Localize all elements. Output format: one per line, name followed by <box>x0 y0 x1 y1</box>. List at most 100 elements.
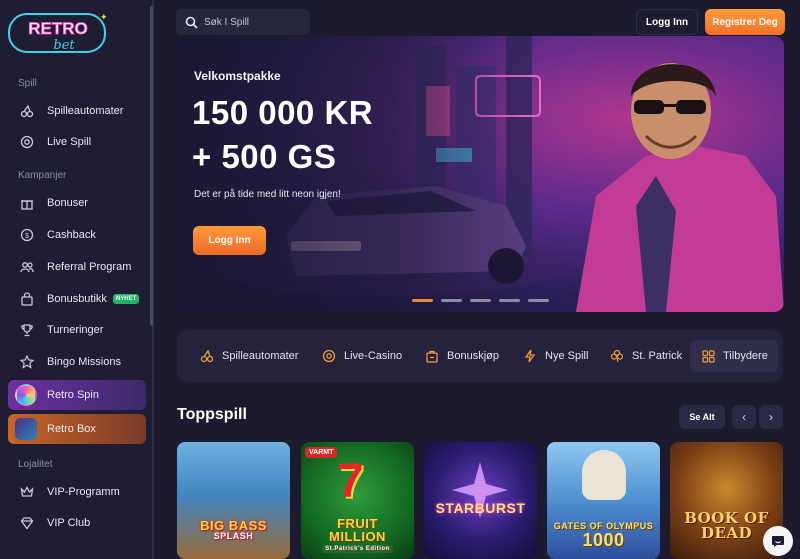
sidebar-item-referral-program[interactable]: Referral Program <box>8 252 146 282</box>
sidebar-item-label: VIP Club <box>47 517 91 529</box>
section-lojalitet: Lojalitet <box>18 459 53 470</box>
cherries-icon <box>19 103 35 119</box>
search-placeholder: Søk I Spill <box>204 16 250 28</box>
carousel-dot[interactable] <box>441 299 462 302</box>
trophy-icon <box>19 322 35 338</box>
box-icon <box>15 418 37 440</box>
bag-icon <box>19 291 35 307</box>
sidebar-item-label: Bingo Missions <box>47 356 121 368</box>
hero-login-button[interactable]: Logg Inn <box>193 226 266 255</box>
section-spill: Spill <box>18 78 37 89</box>
clover-icon <box>609 348 625 364</box>
category-tilbydere[interactable]: Tilbydere <box>690 340 778 372</box>
hero-banner[interactable]: Velkomstpakke 150 000 KR + 500 GS Det er… <box>176 36 784 312</box>
sidebar-item-spilleautomater[interactable]: Spilleautomater <box>8 96 146 126</box>
logo-subtext: bet <box>53 38 75 53</box>
category-st-patrick[interactable]: St. Patrick <box>609 346 682 366</box>
chip-icon <box>19 134 35 150</box>
logo-text: RETRO <box>28 19 88 38</box>
game-tile-big-bass-splash[interactable]: BIG BASS SPLASH <box>177 442 290 559</box>
game-tile-gates-of-olympus[interactable]: GATES OF OLYMPUS 1000 <box>547 442 660 559</box>
hero-amount: 150 000 KR <box>192 94 374 131</box>
sidebar-item-vip-club[interactable]: VIP Club <box>8 508 146 538</box>
category-spilleautomater[interactable]: Spilleautomater <box>199 346 298 366</box>
sidebar-item-cashback[interactable]: $ Cashback <box>8 220 146 250</box>
bolt-icon <box>522 348 538 364</box>
game-title: FRUIT MILLION St.Patrick's Edition <box>322 517 393 553</box>
game-tile-starburst[interactable]: STARBURST <box>424 442 537 559</box>
register-button[interactable]: Registrer Deg <box>705 9 785 35</box>
cart-icon <box>424 348 440 364</box>
chip-icon <box>321 348 337 364</box>
search-input[interactable]: Søk I Spill <box>176 9 310 35</box>
category-bonuskjop[interactable]: Bonuskjøp <box>424 346 499 366</box>
chat-button[interactable] <box>763 526 793 556</box>
sidebar-item-label: Live Spill <box>47 136 92 148</box>
carousel-dot[interactable] <box>499 299 520 302</box>
grid-icon <box>700 348 716 364</box>
prev-arrow-icon[interactable]: ‹ <box>732 405 756 429</box>
carousel-dots <box>412 299 549 302</box>
sidebar-item-retro-spin[interactable]: Retro Spin <box>8 380 146 410</box>
sidebar-item-turneringer[interactable]: Turneringer <box>8 315 146 345</box>
svg-text:$: $ <box>25 233 29 240</box>
sidebar-item-live-spill[interactable]: Live Spill <box>8 127 146 157</box>
see-all-button[interactable]: Se Alt <box>679 405 725 429</box>
game-title: BIG BASS SPLASH <box>200 518 267 541</box>
sidebar-item-bonuser[interactable]: Bonuser <box>8 188 146 218</box>
search-icon <box>185 16 198 29</box>
carousel-dot[interactable] <box>528 299 549 302</box>
sidebar-item-label: Bonuser <box>47 197 88 209</box>
seven-icon: 7 <box>337 455 364 508</box>
game-tile-fruit-million[interactable]: VARMT 7 FRUIT MILLION St.Patrick's Editio… <box>301 442 414 559</box>
chat-icon <box>772 536 784 547</box>
cherries-icon <box>199 348 215 364</box>
category-label: Bonuskjøp <box>447 350 499 362</box>
category-label: Tilbydere <box>723 350 768 362</box>
game-title: BOOK OF DEAD <box>684 509 769 542</box>
category-label: Nye Spill <box>545 350 589 362</box>
sidebar-item-label: Referral Program <box>47 261 132 273</box>
sidebar-item-retro-box[interactable]: Retro Box <box>8 414 146 444</box>
spark-icon: ✦ <box>100 12 108 22</box>
star-icon <box>19 354 35 370</box>
sidebar-item-bonusbutikk[interactable]: Bonusbutikk NYHET <box>8 284 146 314</box>
sidebar-item-label: Spilleautomater <box>47 105 124 117</box>
category-label: St. Patrick <box>632 350 683 362</box>
section-kampanjer: Kampanjer <box>18 170 67 181</box>
category-label: Live-Casino <box>344 350 403 362</box>
sidebar-item-label: VIP-Programm <box>47 486 120 498</box>
retrobet-logo[interactable]: RETRO bet ✦ <box>8 10 108 56</box>
hot-badge: VARMT <box>305 447 338 458</box>
wheel-icon <box>15 384 37 406</box>
sidebar: RETRO bet ✦ Spill Spilleautomater Live S… <box>0 0 154 559</box>
category-live-casino[interactable]: Live-Casino <box>321 346 402 366</box>
coin-icon: $ <box>19 227 35 243</box>
sidebar-item-label: Bonusbutikk <box>47 293 107 305</box>
zeus-icon <box>582 450 626 500</box>
category-nye-spill[interactable]: Nye Spill <box>522 346 588 366</box>
crown-icon <box>19 484 35 500</box>
topgames-title: Toppspill <box>177 406 247 423</box>
login-button[interactable]: Logg Inn <box>636 9 698 35</box>
diamond-icon <box>19 515 35 531</box>
next-arrow-icon[interactable]: › <box>759 405 783 429</box>
sidebar-item-label: Retro Spin <box>47 389 99 401</box>
sidebar-item-bingo-missions[interactable]: Bingo Missions <box>8 347 146 377</box>
hero-spins: + 500 GS <box>192 138 337 175</box>
hero-subtitle: Det er på tide med litt neon igjen! <box>194 189 341 200</box>
sidebar-item-vip-programm[interactable]: VIP-Programm <box>8 477 146 507</box>
game-title: GATES OF OLYMPUS 1000 <box>553 521 654 550</box>
category-label: Spilleautomater <box>222 350 299 362</box>
game-title: STARBURST <box>435 500 526 516</box>
new-badge: NYHET <box>112 294 140 304</box>
sidebar-item-label: Retro Box <box>47 423 96 435</box>
sidebar-item-label: Turneringer <box>47 324 104 336</box>
gift-icon <box>19 195 35 211</box>
sidebar-item-label: Cashback <box>47 229 96 241</box>
users-icon <box>19 259 35 275</box>
carousel-dot[interactable] <box>470 299 491 302</box>
carousel-dot[interactable] <box>412 299 433 302</box>
hero-eyebrow: Velkomstpakke <box>194 69 281 83</box>
sidebar-scrollbar[interactable] <box>150 6 153 326</box>
